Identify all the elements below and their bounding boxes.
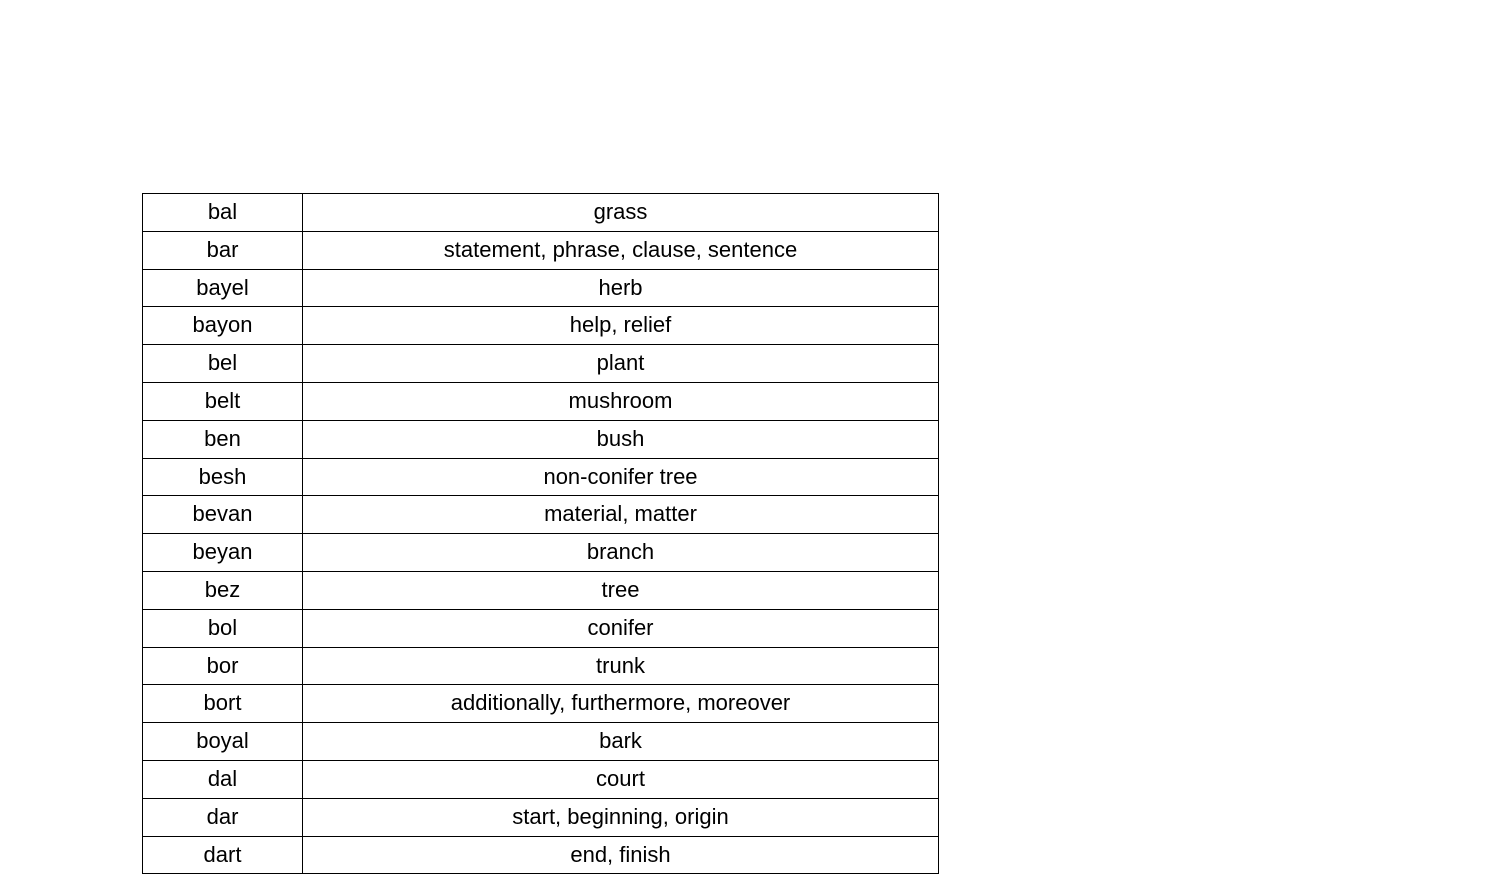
table-row: bor trunk [143,647,939,685]
definition-cell: statement, phrase, clause, sentence [303,231,939,269]
definition-cell: bush [303,420,939,458]
definition-cell: grass [303,194,939,232]
term-cell: bevan [143,496,303,534]
definition-cell: end, finish [303,836,939,874]
definition-cell: non-conifer tree [303,458,939,496]
table-row: bort additionally, furthermore, moreover [143,685,939,723]
definition-cell: plant [303,345,939,383]
term-cell: bel [143,345,303,383]
table-row: dar start, beginning, origin [143,798,939,836]
definition-cell: tree [303,571,939,609]
table-row: dart end, finish [143,836,939,874]
table-row: bol conifer [143,609,939,647]
table-row: beyan branch [143,534,939,572]
table-row: bar statement, phrase, clause, sentence [143,231,939,269]
table-row: bayel herb [143,269,939,307]
definition-cell: branch [303,534,939,572]
term-cell: beyan [143,534,303,572]
definition-cell: herb [303,269,939,307]
table-row: bel plant [143,345,939,383]
definition-cell: conifer [303,609,939,647]
term-cell: bez [143,571,303,609]
term-cell: besh [143,458,303,496]
definition-cell: material, matter [303,496,939,534]
table-row: bez tree [143,571,939,609]
table-row: belt mushroom [143,382,939,420]
definition-cell: trunk [303,647,939,685]
term-cell: bor [143,647,303,685]
glossary-table: bal grass bar statement, phrase, clause,… [142,193,939,874]
term-cell: dal [143,760,303,798]
term-cell: boyal [143,723,303,761]
document-page: bal grass bar statement, phrase, clause,… [142,193,938,874]
table-row: besh non-conifer tree [143,458,939,496]
table-row: bevan material, matter [143,496,939,534]
term-cell: bayel [143,269,303,307]
glossary-table-body: bal grass bar statement, phrase, clause,… [143,194,939,874]
term-cell: bar [143,231,303,269]
term-cell: bal [143,194,303,232]
definition-cell: help, relief [303,307,939,345]
term-cell: dart [143,836,303,874]
definition-cell: additionally, furthermore, moreover [303,685,939,723]
term-cell: bayon [143,307,303,345]
definition-cell: bark [303,723,939,761]
term-cell: dar [143,798,303,836]
term-cell: bort [143,685,303,723]
table-row: ben bush [143,420,939,458]
table-row: dal court [143,760,939,798]
table-row: bayon help, relief [143,307,939,345]
term-cell: bol [143,609,303,647]
term-cell: belt [143,382,303,420]
definition-cell: mushroom [303,382,939,420]
table-row: boyal bark [143,723,939,761]
definition-cell: court [303,760,939,798]
term-cell: ben [143,420,303,458]
definition-cell: start, beginning, origin [303,798,939,836]
table-row: bal grass [143,194,939,232]
